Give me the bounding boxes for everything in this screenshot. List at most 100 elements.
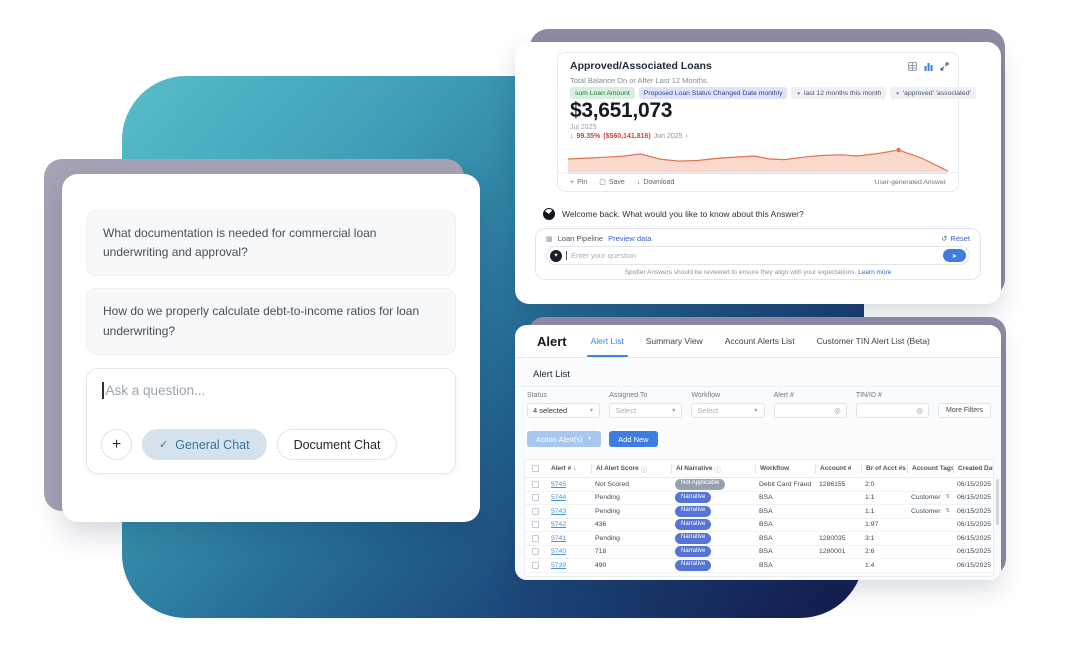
document-chat-toggle[interactable]: Document Chat <box>277 429 398 460</box>
column-label: Created Date <box>958 465 993 472</box>
column-header-account-tags[interactable]: Account Tags <box>907 464 953 474</box>
filter-label: Workflow <box>691 392 764 399</box>
preview-data-link[interactable]: Preview data <box>608 234 651 243</box>
query-chip[interactable]: ▼'approved' 'associated' <box>890 87 975 99</box>
general-chat-label: General Chat <box>175 438 249 452</box>
chevron-right-icon[interactable]: › <box>686 133 688 140</box>
download-button[interactable]: ↓Download <box>637 178 675 186</box>
alert-number-link[interactable]: 5742 <box>551 521 566 528</box>
expand-icon[interactable] <box>940 62 949 71</box>
tab-summary-view[interactable]: Summary View <box>646 325 703 357</box>
action-alerts-button[interactable]: Action Alert(s) ▼ <box>527 431 601 447</box>
row-checkbox[interactable] <box>532 562 539 569</box>
br-acct-cell: 1:1 <box>861 494 907 501</box>
spotter-question-input[interactable]: ✦ Enter your question ➤ <box>546 246 970 265</box>
alert-number-cell: 5745 <box>547 481 591 488</box>
column-header-workflow[interactable]: Workflow <box>755 464 815 474</box>
pin-label: Pin <box>577 179 587 186</box>
chip-label: last 12 months this month <box>804 90 881 97</box>
table-scrollbar[interactable] <box>996 479 999 525</box>
chip-label: 'approved' 'associated' <box>903 90 971 97</box>
alert-number-link[interactable]: 5745 <box>551 481 566 488</box>
alerts-table: Alert #↓AI Alert ScoreⓘAI NarrativeⓘWork… <box>524 459 994 577</box>
tab-customer-tin-alert-list-beta[interactable]: Customer TIN Alert List (Beta) <box>817 325 930 357</box>
row-checkbox[interactable] <box>532 481 539 488</box>
score-cell: 718 <box>591 548 671 555</box>
filter-select-workflow[interactable]: Select▼ <box>691 403 764 418</box>
arrow-down-icon: ↓ <box>570 133 574 140</box>
br-acct-cell: 2:0 <box>861 481 907 488</box>
tab-account-alerts-list[interactable]: Account Alerts List <box>725 325 795 357</box>
row-checkbox[interactable] <box>532 535 539 542</box>
learn-more-link[interactable]: Learn more <box>858 269 891 276</box>
sort-descending-icon[interactable]: ↓ <box>573 465 576 472</box>
column-header-ai-alert-score[interactable]: AI Alert Scoreⓘ <box>591 464 671 474</box>
row-checkbox[interactable] <box>532 548 539 555</box>
narrative-badge: Narrative <box>675 492 711 503</box>
column-header-created-date[interactable]: Created Date <box>953 464 993 474</box>
datasource-icon: ▦ <box>546 235 553 243</box>
query-chip[interactable]: ▼last 12 months this month <box>791 87 886 99</box>
column-header-br-of-acct-s[interactable]: Br of Acct #s <box>861 464 907 474</box>
filter-input-alert[interactable]: ◎ <box>774 403 847 418</box>
alert-number-cell: 5739 <box>547 562 591 569</box>
alert-number-link[interactable]: 5741 <box>551 535 566 542</box>
answer-footer-note: User-generated Answer <box>875 179 946 186</box>
add-button[interactable]: + <box>101 429 132 460</box>
pin-button[interactable]: +Pin <box>570 178 587 186</box>
stepper-icon[interactable]: ⇅ <box>945 509 950 515</box>
spotter-input-placeholder: Enter your question <box>571 251 939 260</box>
filter-select-assigned-to[interactable]: Select▼ <box>609 403 682 418</box>
column-header-ai-narrative[interactable]: AI Narrativeⓘ <box>671 464 755 474</box>
save-button[interactable]: ▢Save <box>599 178 625 186</box>
account-tag: Customer <box>911 494 940 501</box>
table-view-icon[interactable] <box>908 62 917 71</box>
filter-input-tin-id[interactable]: ◎ <box>856 403 929 418</box>
chat-input-card[interactable]: Ask a question... + ✓ General Chat Docum… <box>86 368 456 474</box>
stepper-icon[interactable]: ⇅ <box>945 495 950 501</box>
send-button[interactable]: ➤ <box>943 249 966 262</box>
action-alerts-label: Action Alert(s) <box>536 435 583 444</box>
general-chat-toggle[interactable]: ✓ General Chat <box>142 429 267 460</box>
br-acct-cell: 1:97 <box>861 521 907 528</box>
sparkline-chart <box>568 144 948 174</box>
suggested-question[interactable]: How do we properly calculate debt-to-inc… <box>86 288 456 354</box>
query-chips: sum Loan Amount Proposed Loan Status Chan… <box>570 87 976 99</box>
table-header-row: Alert #↓AI Alert ScoreⓘAI NarrativeⓘWork… <box>525 460 993 478</box>
row-checkbox[interactable] <box>532 494 539 501</box>
table-row: 5745Not ScoredNot ApplicableDebit Card F… <box>525 478 993 492</box>
row-checkbox[interactable] <box>532 508 539 515</box>
filter-label: Alert # <box>774 392 847 399</box>
more-filters-button[interactable]: More Filters <box>938 403 991 418</box>
spotter-avatar-icon: ✦ <box>550 250 562 262</box>
column-label: Br of Acct #s <box>866 465 906 472</box>
account-cell: 1286155 <box>815 481 861 488</box>
created-date-cell: 06/15/2025 <box>953 548 993 555</box>
alert-number-link[interactable]: 5744 <box>551 494 566 501</box>
tab-alert-list[interactable]: Alert List <box>591 325 624 357</box>
narrative-cell: Narrative <box>671 533 755 544</box>
alert-number-link[interactable]: 5739 <box>551 562 566 569</box>
chevron-down-icon: ▼ <box>753 408 758 414</box>
marketing-canvas: What documentation is needed for commerc… <box>0 0 1080 646</box>
column-header-alert[interactable]: Alert #↓ <box>547 464 591 474</box>
narrative-cell: Not Applicable <box>671 479 755 490</box>
alert-number-link[interactable]: 5740 <box>551 548 566 555</box>
chat-input[interactable]: Ask a question... <box>102 382 205 399</box>
filter-select-status[interactable]: 4 selected▼ <box>527 403 600 418</box>
alert-number-link[interactable]: 5743 <box>551 508 566 515</box>
suggested-question[interactable]: What documentation is needed for commerc… <box>86 210 456 276</box>
query-chip[interactable]: Proposed Loan Status Changed Date monthl… <box>639 87 788 99</box>
query-chip[interactable]: sum Loan Amount <box>570 87 635 99</box>
info-icon[interactable]: ⓘ <box>641 464 648 474</box>
br-acct-cell: 3:1 <box>861 535 907 542</box>
row-checkbox[interactable] <box>532 521 539 528</box>
narrative-badge: Not Applicable <box>675 479 725 490</box>
column-header-account[interactable]: Account # <box>815 464 861 474</box>
add-new-button[interactable]: Add New <box>609 431 657 447</box>
chart-view-icon[interactable] <box>924 62 933 71</box>
select-all-checkbox[interactable] <box>532 465 539 472</box>
info-icon[interactable]: ⓘ <box>715 464 722 474</box>
account-tags-cell: Customer ⇅ <box>907 494 953 501</box>
reset-link[interactable]: ↺ Reset <box>941 234 970 243</box>
